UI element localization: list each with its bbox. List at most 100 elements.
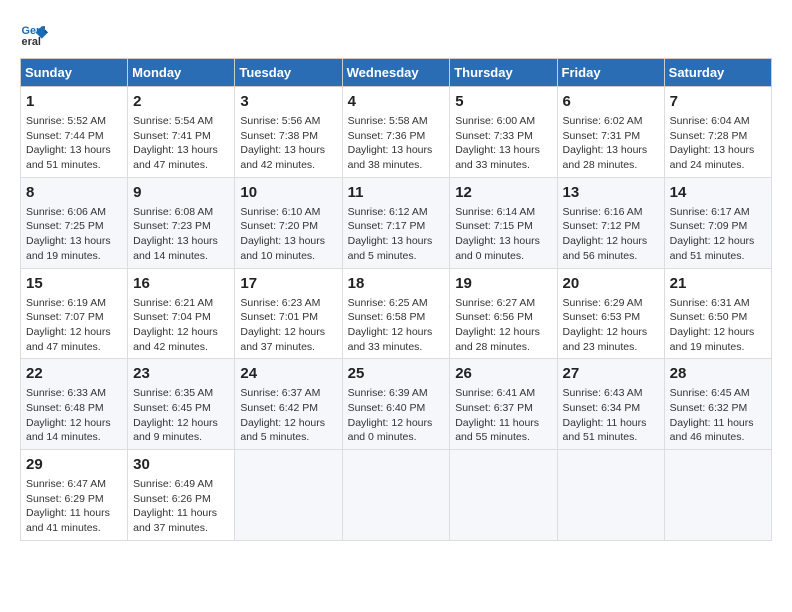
- day-info: and 28 minutes.: [455, 340, 551, 355]
- day-info: Daylight: 12 hours: [670, 234, 766, 249]
- calendar-cell: 19Sunrise: 6:27 AMSunset: 6:56 PMDayligh…: [450, 268, 557, 359]
- day-info: Sunrise: 6:29 AM: [563, 296, 659, 311]
- day-info: Sunset: 7:33 PM: [455, 129, 551, 144]
- day-info: Sunrise: 6:02 AM: [563, 114, 659, 129]
- day-info: Daylight: 12 hours: [563, 325, 659, 340]
- day-info: Sunset: 7:09 PM: [670, 219, 766, 234]
- day-info: Sunrise: 5:58 AM: [348, 114, 445, 129]
- day-info: and 37 minutes.: [240, 340, 336, 355]
- day-info: and 55 minutes.: [455, 430, 551, 445]
- day-info: Sunrise: 6:14 AM: [455, 205, 551, 220]
- calendar-cell: 29Sunrise: 6:47 AMSunset: 6:29 PMDayligh…: [21, 450, 128, 541]
- day-info: Sunrise: 6:35 AM: [133, 386, 229, 401]
- calendar-cell: 26Sunrise: 6:41 AMSunset: 6:37 PMDayligh…: [450, 359, 557, 450]
- calendar-cell: 25Sunrise: 6:39 AMSunset: 6:40 PMDayligh…: [342, 359, 450, 450]
- day-info: Sunset: 7:38 PM: [240, 129, 336, 144]
- day-info: Sunrise: 5:52 AM: [26, 114, 122, 129]
- calendar-cell: 23Sunrise: 6:35 AMSunset: 6:45 PMDayligh…: [128, 359, 235, 450]
- day-number: 8: [26, 182, 122, 203]
- day-info: Sunset: 6:37 PM: [455, 401, 551, 416]
- calendar-cell: 2Sunrise: 5:54 AMSunset: 7:41 PMDaylight…: [128, 87, 235, 178]
- day-number: 27: [563, 363, 659, 384]
- day-info: Sunset: 7:01 PM: [240, 310, 336, 325]
- day-number: 30: [133, 454, 229, 475]
- day-info: Sunrise: 6:39 AM: [348, 386, 445, 401]
- calendar-cell: 5Sunrise: 6:00 AMSunset: 7:33 PMDaylight…: [450, 87, 557, 178]
- day-header-saturday: Saturday: [664, 59, 771, 87]
- day-info: and 33 minutes.: [348, 340, 445, 355]
- calendar-cell: 12Sunrise: 6:14 AMSunset: 7:15 PMDayligh…: [450, 177, 557, 268]
- day-info: Daylight: 12 hours: [348, 416, 445, 431]
- day-info: Sunrise: 6:19 AM: [26, 296, 122, 311]
- day-number: 10: [240, 182, 336, 203]
- day-info: Sunrise: 6:41 AM: [455, 386, 551, 401]
- day-number: 5: [455, 91, 551, 112]
- day-info: Sunset: 7:28 PM: [670, 129, 766, 144]
- day-info: Sunset: 6:34 PM: [563, 401, 659, 416]
- day-info: and 37 minutes.: [133, 521, 229, 536]
- day-info: Daylight: 13 hours: [455, 234, 551, 249]
- day-number: 20: [563, 273, 659, 294]
- day-info: Sunset: 7:20 PM: [240, 219, 336, 234]
- calendar-cell: 10Sunrise: 6:10 AMSunset: 7:20 PMDayligh…: [235, 177, 342, 268]
- day-info: and 5 minutes.: [348, 249, 445, 264]
- calendar-week-row: 22Sunrise: 6:33 AMSunset: 6:48 PMDayligh…: [21, 359, 772, 450]
- day-number: 11: [348, 182, 445, 203]
- day-info: and 56 minutes.: [563, 249, 659, 264]
- day-info: Daylight: 12 hours: [563, 234, 659, 249]
- day-info: and 42 minutes.: [240, 158, 336, 173]
- day-info: and 42 minutes.: [133, 340, 229, 355]
- day-info: Sunset: 6:26 PM: [133, 492, 229, 507]
- calendar-table: SundayMondayTuesdayWednesdayThursdayFrid…: [20, 58, 772, 541]
- calendar-cell: 8Sunrise: 6:06 AMSunset: 7:25 PMDaylight…: [21, 177, 128, 268]
- day-info: Sunrise: 6:23 AM: [240, 296, 336, 311]
- calendar-cell: 13Sunrise: 6:16 AMSunset: 7:12 PMDayligh…: [557, 177, 664, 268]
- day-info: Sunset: 6:58 PM: [348, 310, 445, 325]
- day-info: Daylight: 13 hours: [133, 234, 229, 249]
- day-info: and 19 minutes.: [26, 249, 122, 264]
- calendar-cell: [664, 450, 771, 541]
- day-info: Sunrise: 6:16 AM: [563, 205, 659, 220]
- calendar-cell: 6Sunrise: 6:02 AMSunset: 7:31 PMDaylight…: [557, 87, 664, 178]
- svg-text:eral: eral: [22, 36, 41, 48]
- day-info: Daylight: 11 hours: [670, 416, 766, 431]
- day-info: Sunset: 7:36 PM: [348, 129, 445, 144]
- day-info: Sunset: 7:31 PM: [563, 129, 659, 144]
- day-info: Sunset: 6:40 PM: [348, 401, 445, 416]
- day-header-thursday: Thursday: [450, 59, 557, 87]
- day-info: Sunset: 7:41 PM: [133, 129, 229, 144]
- day-info: and 0 minutes.: [348, 430, 445, 445]
- day-info: Sunset: 7:07 PM: [26, 310, 122, 325]
- day-info: Sunset: 6:32 PM: [670, 401, 766, 416]
- day-number: 29: [26, 454, 122, 475]
- day-info: Sunrise: 5:56 AM: [240, 114, 336, 129]
- day-number: 23: [133, 363, 229, 384]
- day-info: and 5 minutes.: [240, 430, 336, 445]
- day-number: 6: [563, 91, 659, 112]
- day-info: Sunrise: 5:54 AM: [133, 114, 229, 129]
- day-info: Daylight: 13 hours: [670, 143, 766, 158]
- calendar-week-row: 1Sunrise: 5:52 AMSunset: 7:44 PMDaylight…: [21, 87, 772, 178]
- day-info: Sunrise: 6:25 AM: [348, 296, 445, 311]
- calendar-cell: 16Sunrise: 6:21 AMSunset: 7:04 PMDayligh…: [128, 268, 235, 359]
- day-info: Daylight: 11 hours: [133, 506, 229, 521]
- day-number: 28: [670, 363, 766, 384]
- day-info: Sunset: 6:48 PM: [26, 401, 122, 416]
- day-number: 26: [455, 363, 551, 384]
- day-info: Daylight: 12 hours: [240, 416, 336, 431]
- day-info: Sunset: 7:44 PM: [26, 129, 122, 144]
- day-info: and 51 minutes.: [563, 430, 659, 445]
- day-number: 22: [26, 363, 122, 384]
- day-info: Sunrise: 6:21 AM: [133, 296, 229, 311]
- logo-icon: Gen eral: [20, 20, 48, 48]
- day-info: and 51 minutes.: [670, 249, 766, 264]
- day-header-wednesday: Wednesday: [342, 59, 450, 87]
- calendar-cell: 7Sunrise: 6:04 AMSunset: 7:28 PMDaylight…: [664, 87, 771, 178]
- day-info: Sunset: 6:50 PM: [670, 310, 766, 325]
- day-info: and 47 minutes.: [26, 340, 122, 355]
- calendar-body: 1Sunrise: 5:52 AMSunset: 7:44 PMDaylight…: [21, 87, 772, 541]
- calendar-week-row: 8Sunrise: 6:06 AMSunset: 7:25 PMDaylight…: [21, 177, 772, 268]
- day-info: Sunrise: 6:49 AM: [133, 477, 229, 492]
- calendar-cell: 27Sunrise: 6:43 AMSunset: 6:34 PMDayligh…: [557, 359, 664, 450]
- day-info: Sunrise: 6:17 AM: [670, 205, 766, 220]
